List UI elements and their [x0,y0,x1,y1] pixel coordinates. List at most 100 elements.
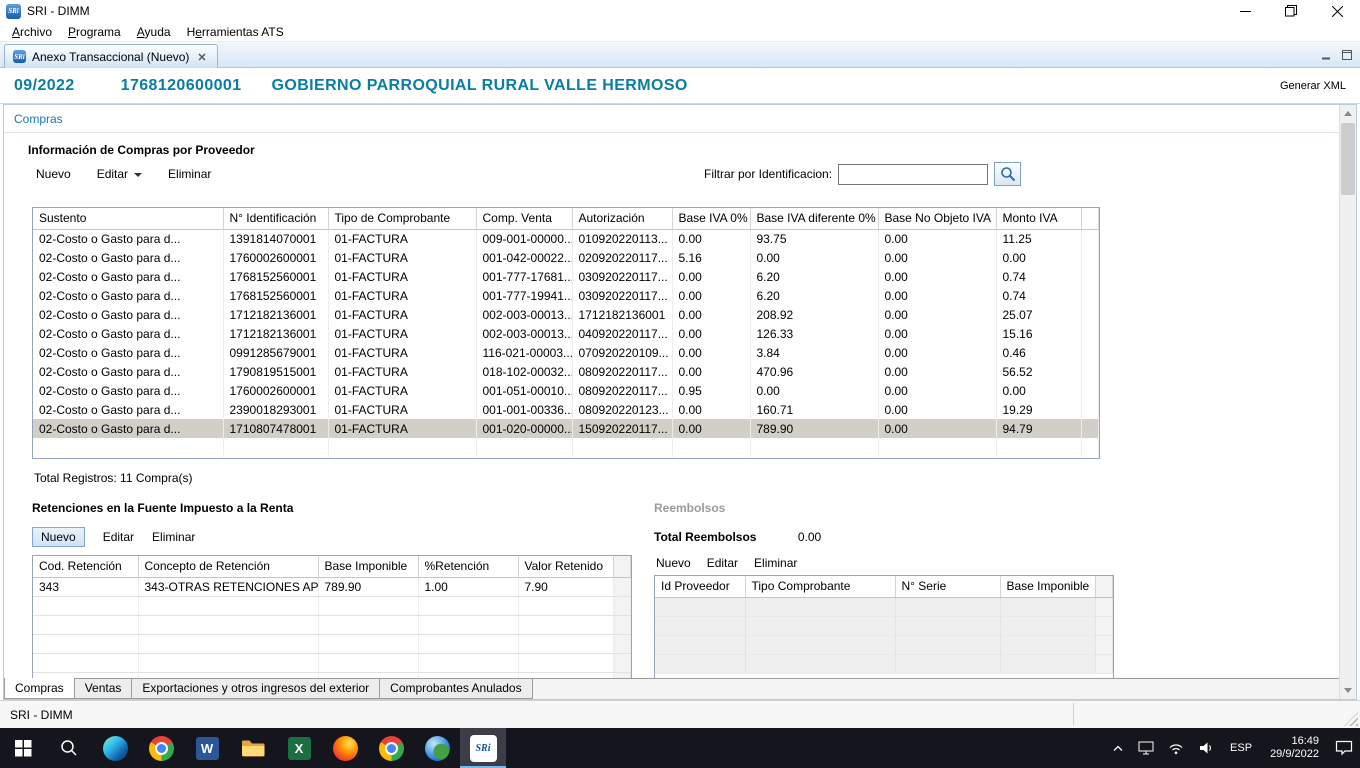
bottom-tab-exportaciones-y-otros-ingresos[interactable]: Exportaciones y otros ingresos del exter… [131,679,380,699]
empty-cell[interactable] [1081,324,1099,343]
cell[interactable]: 56.52 [996,362,1081,381]
column-header[interactable]: Tipo de Comprobante [328,208,476,229]
cell[interactable]: 001-777-19941... [476,286,572,305]
clock[interactable]: 16:49 29/9/2022 [1261,735,1328,761]
cell[interactable]: 001-051-00010... [476,381,572,400]
cell[interactable]: 02-Costo o Gasto para d... [33,362,223,381]
cell[interactable]: 02-Costo o Gasto para d... [33,267,223,286]
language-indicator[interactable]: ESP [1221,742,1261,754]
menu-item-programa[interactable]: Programa [60,23,129,41]
cell[interactable]: 01-FACTURA [328,305,476,324]
scroll-up-icon[interactable] [1340,105,1356,122]
column-header[interactable]: Autorización [572,208,672,229]
file-explorer-button[interactable] [230,728,276,768]
cell[interactable]: 01-FACTURA [328,343,476,362]
cell[interactable]: 0.00 [996,381,1081,400]
cell[interactable]: 343-OTRAS RETENCIONES AP... [138,577,318,596]
column-header[interactable]: Cod. Retención [33,556,138,577]
column-header[interactable]: Comp. Venta [476,208,572,229]
tab-close-icon[interactable] [195,50,209,64]
cell[interactable]: 1768152560001 [223,286,328,305]
cell[interactable]: 0.00 [672,419,750,438]
bottom-tab-compras[interactable]: Compras [4,678,75,699]
chrome-app-button[interactable] [138,728,184,768]
retenciones-editar-button[interactable]: Editar [103,530,134,544]
cell[interactable]: 040920220117... [572,324,672,343]
cell[interactable]: 0.00 [672,229,750,248]
empty-cell[interactable] [1081,362,1099,381]
cell[interactable]: 0.00 [878,286,996,305]
cell[interactable]: 070920220109... [572,343,672,362]
cell[interactable]: 208.92 [750,305,878,324]
cell[interactable]: 001-001-00336... [476,400,572,419]
cell[interactable]: 030920220117... [572,267,672,286]
column-header[interactable]: Valor Retenido [518,556,613,577]
cell[interactable]: 0.00 [996,248,1081,267]
cell[interactable]: 19.29 [996,400,1081,419]
cell[interactable]: 0.00 [878,229,996,248]
cell[interactable]: 02-Costo o Gasto para d... [33,324,223,343]
cell[interactable]: 1760002600001 [223,248,328,267]
empty-cell[interactable] [1081,343,1099,362]
cell[interactable]: 080920220117... [572,362,672,381]
empty-cell[interactable] [1081,267,1099,286]
resize-grip[interactable] [1344,712,1358,726]
cell[interactable]: 1712182136001 [572,305,672,324]
reembolsos-table[interactable]: Id ProveedorTipo ComprobanteN° SerieBase… [654,575,1114,679]
cell[interactable]: 0.00 [672,305,750,324]
cell[interactable]: 009-001-00000... [476,229,572,248]
search-button[interactable] [994,162,1021,186]
column-header[interactable]: Concepto de Retención [138,556,318,577]
cell[interactable]: 1712182136001 [223,305,328,324]
firefox-app-button[interactable] [322,728,368,768]
generar-xml-button[interactable]: Generar XML [1280,80,1346,92]
table-row[interactable]: 02-Costo o Gasto para d...17600026000010… [33,381,1099,400]
table-row[interactable]: 02-Costo o Gasto para d...09912856790010… [33,343,1099,362]
restore-icon[interactable] [1268,0,1314,22]
cell[interactable]: 0.00 [878,267,996,286]
view-maximize-icon[interactable] [1342,49,1352,63]
empty-cell[interactable] [1081,229,1099,248]
column-header[interactable]: N° Serie [895,576,1000,597]
column-header[interactable]: N° Identificación [223,208,328,229]
compras-eliminar-button[interactable]: Eliminar [168,167,211,181]
minimize-icon[interactable] [1222,0,1268,22]
cell[interactable]: 080920220117... [572,381,672,400]
cell[interactable]: 01-FACTURA [328,229,476,248]
start-button[interactable] [0,728,46,768]
cell[interactable]: 6.20 [750,267,878,286]
cell[interactable]: 02-Costo o Gasto para d... [33,229,223,248]
table-row[interactable]: 02-Costo o Gasto para d...17600026000010… [33,248,1099,267]
cell[interactable]: 030920220117... [572,286,672,305]
action-center-icon[interactable] [1328,728,1360,768]
cell[interactable]: 93.75 [750,229,878,248]
cell[interactable]: 02-Costo o Gasto para d... [33,381,223,400]
cell[interactable]: 02-Costo o Gasto para d... [33,286,223,305]
cell[interactable]: 02-Costo o Gasto para d... [33,419,223,438]
compras-table[interactable]: SustentoN° IdentificaciónTipo de Comprob… [32,207,1100,459]
excel-app-button[interactable] [276,728,322,768]
table-row[interactable]: 02-Costo o Gasto para d...23900182930010… [33,400,1099,419]
cell[interactable]: 0.00 [878,305,996,324]
column-header[interactable]: Base IVA 0% [672,208,750,229]
empty-cell[interactable] [1081,400,1099,419]
cell[interactable]: 02-Costo o Gasto para d... [33,305,223,324]
cell[interactable]: 0.00 [750,381,878,400]
cell[interactable]: 116-021-00003... [476,343,572,362]
cell[interactable]: 0991285679001 [223,343,328,362]
cell[interactable]: 0.00 [878,343,996,362]
column-header[interactable]: Sustento [33,208,223,229]
table-row[interactable]: 02-Costo o Gasto para d...17908195150010… [33,362,1099,381]
cell[interactable]: 080920220123... [572,400,672,419]
word-app-button[interactable] [184,728,230,768]
table-row[interactable]: 02-Costo o Gasto para d...17108074780010… [33,419,1099,438]
sri-dimm-app-button[interactable] [460,728,506,768]
cell[interactable]: 0.00 [878,248,996,267]
close-icon[interactable] [1314,0,1360,22]
network-tray-icon[interactable] [1161,728,1191,768]
globe-app-button[interactable] [414,728,460,768]
cell[interactable]: 789.90 [750,419,878,438]
empty-cell[interactable] [1081,419,1099,438]
menu-item-archivo[interactable]: Archivo [4,23,60,41]
cell[interactable]: 0.00 [672,362,750,381]
